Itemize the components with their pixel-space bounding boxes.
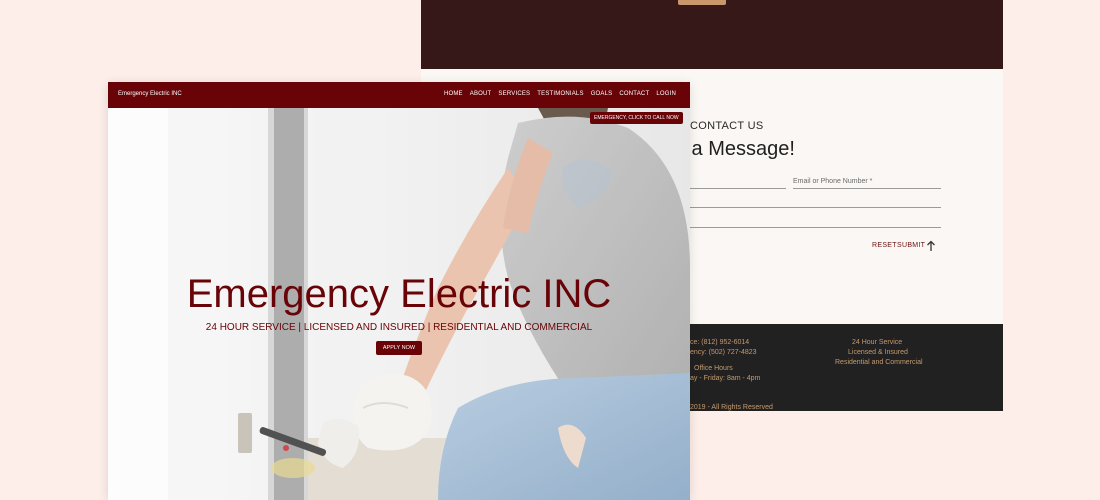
hero-subtitle: 24 HOUR SERVICE | LICENSED AND INSURED |…: [205, 322, 593, 333]
hero-section: EMERGENCY, CLICK TO CALL NOW Emergency E…: [108, 108, 690, 500]
nav-services[interactable]: SERVICES: [498, 91, 530, 97]
nav-home[interactable]: HOME: [444, 91, 463, 97]
contact-heading: s a Message!: [676, 138, 795, 160]
message-field[interactable]: [690, 227, 941, 228]
footer-service-item: Residential and Commercial: [835, 359, 923, 366]
nav-contact[interactable]: CONTACT: [619, 91, 649, 97]
apply-now-button[interactable]: APPLY NOW: [376, 341, 422, 355]
nav-links: HOME ABOUT SERVICES TESTIMONIALS GOALS C…: [444, 91, 676, 97]
nav-testimonials[interactable]: TESTIMONIALS: [537, 91, 583, 97]
emergency-call-button[interactable]: EMERGENCY, CLICK TO CALL NOW: [590, 112, 683, 124]
footer-copyright: 2019 - All Rights Reserved: [690, 404, 773, 411]
reset-button[interactable]: RESET: [872, 242, 897, 249]
footer-service-item: Licensed & Insured: [848, 349, 908, 356]
footer-hours-title: Office Hours: [694, 365, 733, 372]
chevron-icon: ›: [733, 0, 739, 2]
band-button[interactable]: [678, 0, 726, 5]
submit-button[interactable]: SUBMIT: [897, 242, 925, 249]
nav-about[interactable]: ABOUT: [470, 91, 492, 97]
email-field[interactable]: [793, 188, 941, 189]
nav-login[interactable]: LOGIN: [656, 91, 676, 97]
footer-hours-value: ay - Friday: 8am - 4pm: [690, 375, 761, 382]
footer-emergency-phone[interactable]: ency: (502) 727-4823: [690, 349, 757, 356]
subject-field[interactable]: [690, 207, 941, 208]
brand-name[interactable]: Emergency Electric INC: [118, 91, 182, 97]
email-field-label: Email or Phone Number *: [793, 178, 873, 185]
footer-service-item: 24 Hour Service: [852, 339, 903, 346]
navbar: Emergency Electric INC HOME ABOUT SERVIC…: [108, 82, 690, 108]
top-dark-band: ›: [421, 0, 1003, 69]
nav-goals[interactable]: GOALS: [591, 91, 613, 97]
home-page-preview: Emergency Electric INC HOME ABOUT SERVIC…: [108, 82, 690, 500]
footer-office-phone[interactable]: ce: (812) 952-6014: [690, 339, 749, 346]
name-field[interactable]: [690, 188, 786, 189]
contact-eyebrow: CONTACT US: [690, 120, 764, 132]
hero-title: Emergency Electric INC: [186, 272, 612, 316]
arrow-up-icon[interactable]: [926, 240, 936, 252]
